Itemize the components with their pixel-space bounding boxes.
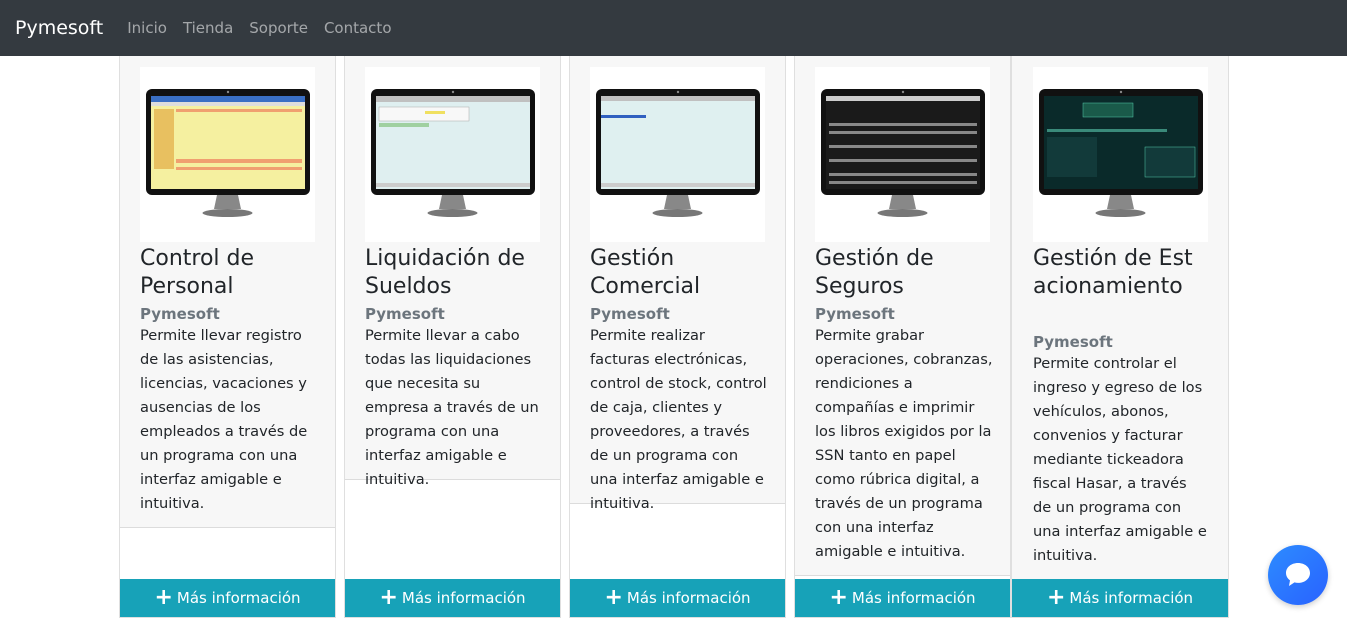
- navbar: Pymesoft Inicio Tienda Soporte Contacto: [0, 0, 1347, 56]
- card-body: Liquidación de Sueldos Pymesoft Permite …: [345, 56, 560, 488]
- card-subtitle: Pymesoft: [365, 305, 445, 323]
- nav-link-contacto[interactable]: Contacto: [316, 19, 392, 37]
- card-subtitle: Pymesoft: [590, 305, 670, 323]
- product-card-gestion-estacionamiento: Gestión de Estacionamiento Pymesoft Perm…: [1011, 56, 1229, 618]
- nav-link-tienda[interactable]: Tienda: [175, 19, 233, 37]
- card-text: Permite controlar el ingreso y egreso de…: [1033, 355, 1207, 564]
- card-title: Gestión de Seguros: [815, 246, 934, 299]
- card-text: Permite llevar registro de las asistenci…: [140, 327, 308, 512]
- brand-logo[interactable]: Pymesoft: [15, 17, 103, 39]
- plus-icon: +: [1046, 585, 1066, 610]
- nav-link-inicio[interactable]: Inicio: [119, 19, 167, 37]
- card-subtitle: Pymesoft: [1033, 333, 1113, 351]
- more-info-button[interactable]: + Más información: [120, 579, 335, 617]
- plus-icon: +: [154, 585, 173, 610]
- chat-bubble-icon: [1286, 563, 1310, 586]
- button-label: Más información: [1069, 589, 1194, 607]
- card-body: Gestión Comercial Pymesoft Permite reali…: [570, 56, 785, 512]
- chat-button[interactable]: [1268, 545, 1328, 605]
- plus-icon: +: [604, 585, 623, 610]
- button-label: Más información: [851, 589, 976, 607]
- card-body: Gestión de Estacionamiento Pymesoft Perm…: [1012, 56, 1228, 580]
- plus-icon: +: [379, 585, 398, 610]
- card-body: Gestión de Seguros Pymesoft Permite grab…: [795, 56, 1010, 576]
- monitor-image: [815, 67, 990, 242]
- monitor-image: [1033, 67, 1208, 242]
- product-card-gestion-seguros: Gestión de Seguros Pymesoft Permite grab…: [794, 56, 1011, 618]
- card-text: Permite realizar facturas electrónicas, …: [590, 327, 767, 512]
- card-subtitle: Pymesoft: [140, 305, 220, 323]
- more-info-button[interactable]: + Más información: [345, 579, 560, 617]
- monitor-image: [590, 67, 765, 242]
- monitor-image: [140, 67, 315, 242]
- more-info-button[interactable]: + Más información: [1012, 579, 1228, 617]
- card-text: Permite grabar operaciones, cobranzas, r…: [815, 327, 993, 560]
- more-info-button[interactable]: + Más información: [570, 579, 785, 617]
- card-title: Gestión de Estacionamiento: [1033, 246, 1193, 299]
- more-info-button[interactable]: + Más información: [795, 579, 1010, 617]
- plus-icon: +: [829, 585, 848, 610]
- monitor-image: [365, 67, 540, 242]
- button-label: Más información: [176, 589, 301, 607]
- card-body: Control de Personal Pymesoft Permite lle…: [120, 56, 335, 528]
- nav-link-soporte[interactable]: Soporte: [241, 19, 308, 37]
- button-label: Más información: [401, 589, 526, 607]
- card-text: Permite llevar a cabo todas las liquidac…: [365, 327, 539, 488]
- product-card-control-personal: Control de Personal Pymesoft Permite lle…: [119, 56, 336, 618]
- card-title: Liquidación de Sueldos: [365, 246, 525, 299]
- card-subtitle: Pymesoft: [815, 305, 895, 323]
- button-label: Más información: [626, 589, 751, 607]
- product-card-gestion-comercial: Gestión Comercial Pymesoft Permite reali…: [569, 56, 786, 618]
- card-title: Gestión Comercial: [590, 246, 701, 299]
- product-card-liquidacion-sueldos: Liquidación de Sueldos Pymesoft Permite …: [344, 56, 561, 618]
- card-title: Control de Personal: [140, 246, 255, 299]
